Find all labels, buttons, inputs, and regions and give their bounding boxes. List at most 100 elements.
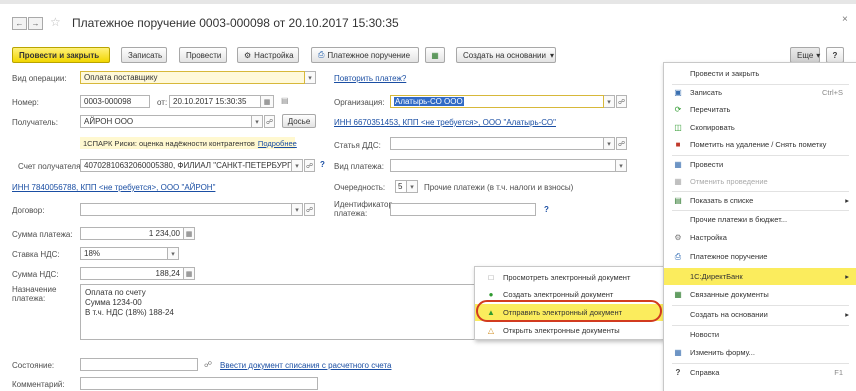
payment-id-label: Идентификатор	[334, 200, 393, 209]
news-menu-item[interactable]: Новости	[664, 326, 856, 343]
payment-order-menu-item[interactable]: ⎙ Платежное поручение	[664, 248, 856, 265]
change-form-menu-item[interactable]: ▦ Изменить форму...	[664, 344, 856, 361]
contract-field[interactable]	[80, 203, 292, 216]
repeat-payment-link[interactable]: Повторить платеж?	[334, 74, 406, 83]
date-from-label: от:	[157, 98, 168, 107]
state-label: Состояние:	[12, 361, 55, 370]
calculator-icon[interactable]: ▦	[184, 227, 195, 240]
dossier-button[interactable]: Досье	[282, 114, 316, 128]
create-based-menu-item[interactable]: Создать на основании ▸	[664, 306, 856, 323]
dds-label: Статья ДДС:	[334, 141, 381, 150]
related-docs-menu-item[interactable]: ▦ Связанные документы	[664, 286, 856, 303]
post-and-close-button[interactable]: Провести и закрыть	[12, 47, 110, 63]
chevron-down-icon[interactable]: ▾	[292, 159, 303, 172]
chevron-down-icon: ▾	[550, 50, 555, 60]
chevron-right-icon: ▸	[845, 310, 849, 319]
queue-description: Прочие платежи (в т.ч. налоги и взносы)	[424, 183, 574, 192]
open-link-icon[interactable]: ☍	[304, 203, 315, 216]
comment-field[interactable]	[80, 377, 318, 390]
directbank-menu-item[interactable]: 1С:ДиректБанк ▸	[664, 268, 856, 285]
spark-risk-banner: 1СПАРК Риски: оценка надёжности контраге…	[80, 137, 297, 149]
calculator-icon[interactable]: ▦	[184, 267, 195, 280]
delete-mark-icon: ■	[675, 140, 681, 149]
vat-rate-label: Ставка НДС:	[12, 250, 60, 259]
chevron-down-icon[interactable]: ▾	[604, 137, 615, 150]
view-edoc-menu-item[interactable]: □ Просмотреть электронный документ	[475, 269, 663, 286]
chevron-down-icon[interactable]: ▾	[616, 159, 627, 172]
recipient-field[interactable]: АЙРОН ООО	[80, 115, 252, 128]
list-icon[interactable]: ▤	[281, 96, 289, 105]
form-icon: ▦	[674, 348, 682, 357]
structure-icon: ▦	[674, 290, 682, 299]
chevron-down-icon[interactable]: ▾	[305, 71, 316, 84]
create-based-on-button[interactable]: Создать на основании ▾	[456, 47, 556, 63]
post-icon: ▦	[674, 160, 682, 169]
operation-type-field[interactable]: Оплата поставщику	[80, 71, 305, 84]
organization-field[interactable]: Алатырь-СО ООО	[390, 95, 604, 108]
mark-delete-menu-item[interactable]: ■ Пометить на удаление / Снять пометку	[664, 136, 856, 153]
cancel-post-menu-item[interactable]: ▦ Отменить проведение	[664, 173, 856, 190]
copy-menu-item[interactable]: ◫ Скопировать	[664, 119, 856, 136]
payment-kind-label: Вид платежа:	[334, 162, 384, 171]
highlight-ellipse	[476, 300, 662, 322]
more-button[interactable]: Еще ▾	[790, 47, 820, 63]
payment-order-print-button[interactable]: ⎙ Платежное поручение	[311, 47, 419, 63]
payment-kind-field[interactable]	[390, 159, 616, 172]
recipient-label: Получатель:	[12, 118, 58, 127]
chevron-down-icon[interactable]: ▾	[252, 115, 263, 128]
chevron-down-icon[interactable]: ▾	[407, 180, 418, 193]
account-label: Счет получателя:	[18, 162, 83, 171]
help-menu-item[interactable]: ? Справка F1	[664, 364, 856, 381]
dds-field[interactable]	[390, 137, 604, 150]
top-border	[0, 0, 856, 4]
chevron-down-icon[interactable]: ▾	[292, 203, 303, 216]
open-edocs-menu-item[interactable]: △ Открыть электронные документы	[475, 322, 663, 339]
help-icon: ?	[675, 368, 681, 377]
account-field[interactable]: 40702810632060005380, ФИЛИАЛ "САНКТ-ПЕТЕ…	[80, 159, 292, 172]
unpost-icon: ▦	[674, 177, 682, 186]
vat-rate-field[interactable]: 18%	[80, 247, 168, 260]
close-icon[interactable]: ×	[842, 14, 848, 25]
open-link-icon[interactable]: ☍	[264, 115, 275, 128]
forward-arrow-icon[interactable]: →	[28, 17, 43, 30]
open-link-icon[interactable]: ☍	[616, 95, 627, 108]
chevron-down-icon: ▾	[816, 50, 821, 60]
spark-more-link[interactable]: Подробнее	[258, 139, 297, 148]
budget-payments-menu-item[interactable]: Прочие платежи в бюджет...	[664, 211, 856, 228]
chevron-down-icon[interactable]: ▾	[168, 247, 179, 260]
purpose-label-2: платежа:	[12, 294, 46, 303]
queue-field[interactable]: 5	[395, 180, 407, 193]
post-close-menu-item[interactable]: Провести и закрыть	[664, 65, 856, 82]
settings-button[interactable]: ⚙ Настройка	[237, 47, 299, 63]
reread-menu-item[interactable]: ⟳ Перечитать	[664, 101, 856, 118]
help-button[interactable]: ?	[826, 47, 844, 63]
date-field[interactable]: 20.10.2017 15:30:35	[169, 95, 261, 108]
list-icon: ▤	[674, 196, 682, 205]
post-menu-item[interactable]: ▦ Провести	[664, 156, 856, 173]
amount-field[interactable]: 1 234,00	[80, 227, 184, 240]
state-field[interactable]	[80, 358, 198, 371]
back-arrow-icon[interactable]: ←	[12, 17, 27, 30]
write-off-link[interactable]: Ввести документ списания с расчетного сч…	[220, 361, 391, 370]
vat-amount-field[interactable]: 188,24	[80, 267, 184, 280]
structure-icon[interactable]: ▦	[425, 47, 445, 63]
account-help-icon[interactable]: ?	[320, 160, 325, 169]
save-button[interactable]: Записать	[121, 47, 167, 63]
post-button[interactable]: Провести	[179, 47, 227, 63]
chevron-down-icon[interactable]: ▾	[604, 95, 615, 108]
open-link-icon[interactable]: ☍	[616, 137, 627, 150]
calendar-icon[interactable]: ▦	[261, 95, 274, 108]
organization-inn-link[interactable]: ИНН 6670351453, КПП <не требуется>, ООО …	[334, 118, 556, 127]
payment-id-help-icon[interactable]: ?	[544, 205, 549, 214]
purpose-textarea[interactable]: Оплата по счету Сумма 1234-00 В т.ч. НДС…	[80, 284, 480, 340]
number-field[interactable]: 0003-000098	[80, 95, 150, 108]
payment-id-field[interactable]	[390, 203, 536, 216]
star-icon[interactable]: ☆	[50, 15, 61, 29]
show-in-list-menu-item[interactable]: ▤ Показать в списке ▸	[664, 192, 856, 209]
printer-icon: ⎙	[674, 251, 682, 261]
open-link-icon[interactable]: ☍	[204, 360, 212, 369]
open-link-icon[interactable]: ☍	[304, 159, 315, 172]
save-menu-item[interactable]: ▣ Записать Ctrl+S	[664, 84, 856, 101]
settings-menu-item[interactable]: ⚙ Настройка	[664, 229, 856, 246]
recipient-inn-link[interactable]: ИНН 7840056788, КПП <не требуется>, ООО …	[12, 183, 215, 192]
